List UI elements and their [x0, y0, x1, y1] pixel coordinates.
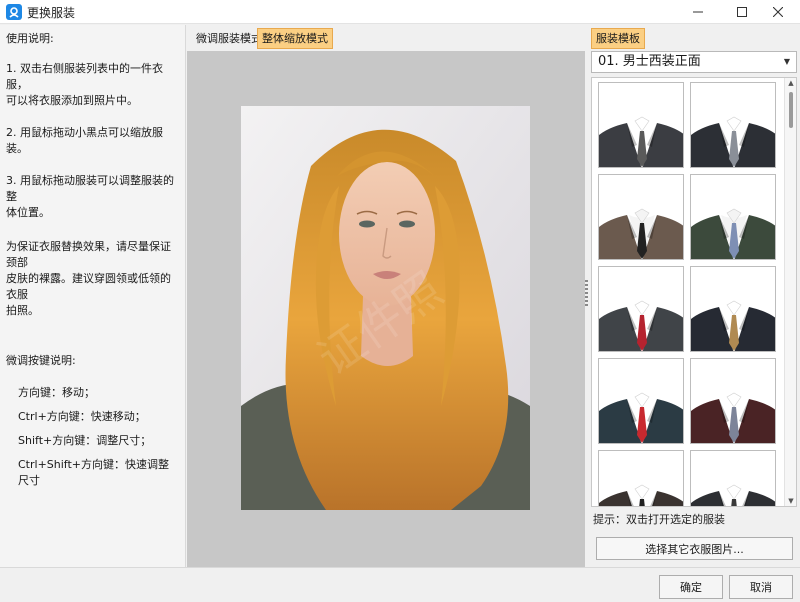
- instruction-item-3: 3. 用鼠标拖动服装可以调整服装的整 体位置。: [6, 174, 174, 219]
- mode-tabs: 微调服装模式 整体缩放模式: [187, 25, 585, 51]
- template-panel: 服装模板 01. 男士西装正面 ▼ ▲ ▼ 提示：双击打开选定的服装 选择其它衣…: [588, 25, 800, 567]
- keys-title: 微调按键说明:: [6, 354, 76, 367]
- app-logo-icon: [6, 4, 22, 20]
- instructions-title: 使用说明:: [6, 32, 54, 45]
- scroll-down-icon[interactable]: ▼: [787, 497, 795, 505]
- scrollbar-thumb[interactable]: [789, 92, 793, 128]
- template-category-select[interactable]: 01. 男士西装正面 ▼: [591, 51, 797, 73]
- suit-thumbnail[interactable]: [690, 174, 776, 260]
- thumbnail-scrollbar[interactable]: ▲ ▼: [784, 78, 796, 506]
- suit-thumbnail[interactable]: [690, 266, 776, 352]
- suit-thumbnail[interactable]: [598, 358, 684, 444]
- title-bar: 更换服装: [0, 0, 800, 24]
- scroll-up-icon[interactable]: ▲: [787, 79, 795, 87]
- key-hint: Ctrl+方向键：快速移动；: [18, 410, 146, 423]
- tab-whole-scale-mode[interactable]: 整体缩放模式: [257, 28, 333, 49]
- key-hint: 方向键：移动；: [18, 386, 95, 399]
- template-category-value: 01. 男士西装正面: [598, 54, 701, 69]
- instruction-item-2: 2. 用鼠标拖动小黑点可以缩放服装。: [6, 126, 163, 155]
- window-title: 更换服装: [27, 6, 76, 20]
- instructions-panel: 使用说明: 1. 双击右侧服装列表中的一件衣服， 可以将衣服添加到照片中。 2.…: [0, 25, 186, 567]
- suit-thumbnail[interactable]: [690, 450, 776, 506]
- ok-button[interactable]: 确定: [659, 575, 723, 599]
- cancel-button[interactable]: 取消: [729, 575, 793, 599]
- hint-text: 提示：双击打开选定的服装: [593, 513, 725, 526]
- suit-thumbnail[interactable]: [598, 82, 684, 168]
- suit-thumbnail-list[interactable]: ▲ ▼: [591, 77, 797, 507]
- chevron-down-icon[interactable]: ▼: [784, 52, 790, 72]
- key-hint: Ctrl+Shift+方向键：快速调整尺寸: [18, 458, 170, 487]
- choose-other-image-button[interactable]: 选择其它衣服图片...: [596, 537, 793, 560]
- suit-thumbnail[interactable]: [690, 358, 776, 444]
- suit-thumbnail[interactable]: [598, 450, 684, 506]
- suit-thumbnail[interactable]: [598, 266, 684, 352]
- photo-canvas[interactable]: 证件照: [187, 51, 585, 567]
- dialog-button-bar: 确定 取消: [0, 567, 800, 602]
- suit-thumbnail[interactable]: [690, 82, 776, 168]
- suit-thumbnail[interactable]: [598, 174, 684, 260]
- portrait-photo[interactable]: 证件照: [241, 106, 530, 510]
- tab-clothing-templates[interactable]: 服装模板: [591, 28, 645, 49]
- minimize-icon[interactable]: [676, 0, 720, 24]
- instruction-item-1: 1. 双击右侧服装列表中的一件衣服， 可以将衣服添加到照片中。: [6, 62, 163, 107]
- close-icon[interactable]: [756, 0, 800, 24]
- instruction-note: 为保证衣服替换效果，请尽量保证颈部 皮肤的裸露。建议穿圆领或低领的衣服 拍照。: [6, 240, 171, 317]
- key-hint: Shift+方向键：调整尺寸；: [18, 434, 152, 447]
- tab-fine-adjust-mode[interactable]: 微调服装模式: [191, 28, 267, 49]
